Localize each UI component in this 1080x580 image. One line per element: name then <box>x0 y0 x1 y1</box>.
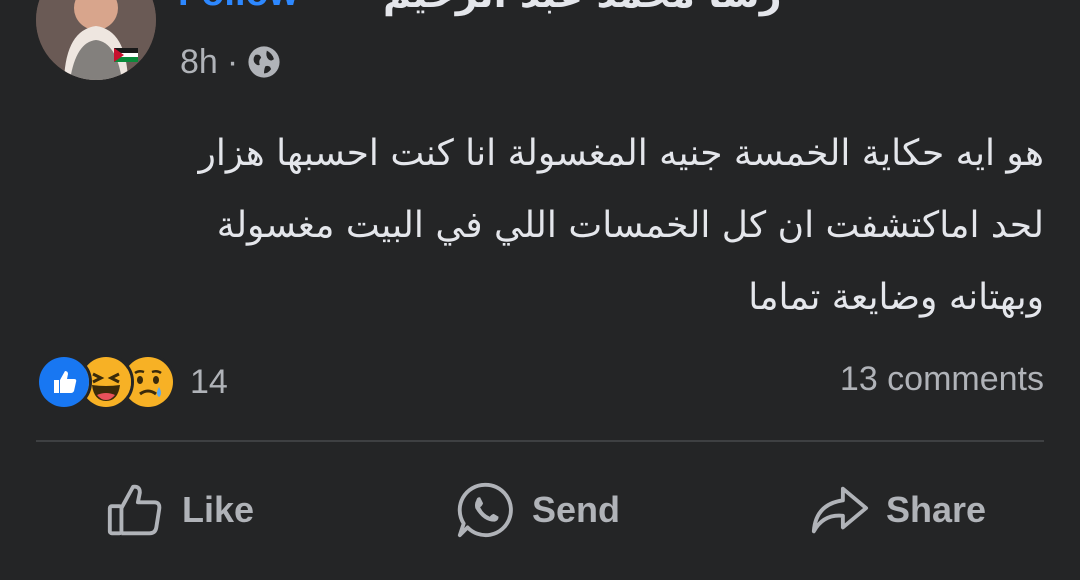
globe-icon <box>247 45 281 79</box>
reactions-summary[interactable]: 14 <box>36 354 228 410</box>
meta-separator: · <box>226 42 239 81</box>
header-separator: · <box>348 0 360 16</box>
like-label: Like <box>182 489 255 530</box>
avatar-image <box>36 0 156 80</box>
divider <box>36 440 1044 442</box>
share-arrow-icon <box>808 479 870 541</box>
like-button[interactable]: Like <box>104 470 254 550</box>
reaction-count: 14 <box>190 362 228 401</box>
post-text-line: وبهتانه وضايعة تماما <box>748 277 1044 318</box>
send-button[interactable]: Send <box>454 470 620 550</box>
post-text-line: هو ايه حكاية الخمسة جنيه المغسولة انا كن… <box>198 133 1044 174</box>
thumbs-up-icon <box>104 479 166 541</box>
post-meta: 8h · <box>180 40 281 84</box>
post-header: Follow · رشا محمد عبد الرحيم <box>178 0 782 20</box>
post-text-line: لحد اماكتشفت ان كل الخمسات اللي في البيت… <box>216 205 1044 246</box>
comments-count[interactable]: 13 comments <box>840 360 1044 399</box>
post-time[interactable]: 8h <box>180 43 218 82</box>
share-label: Share <box>886 489 987 530</box>
share-button[interactable]: Share <box>808 470 986 550</box>
follow-button[interactable]: Follow <box>178 0 298 15</box>
author-name[interactable]: رشا محمد عبد الرحيم <box>383 0 782 16</box>
like-reaction-icon <box>36 354 92 410</box>
action-bar: Like Send Share <box>36 470 1044 550</box>
whatsapp-icon <box>454 479 516 541</box>
post-text: هو ايه حكاية الخمسة جنيه المغسولة انا كن… <box>44 118 1044 334</box>
avatar[interactable] <box>36 0 156 80</box>
send-label: Send <box>532 489 621 530</box>
